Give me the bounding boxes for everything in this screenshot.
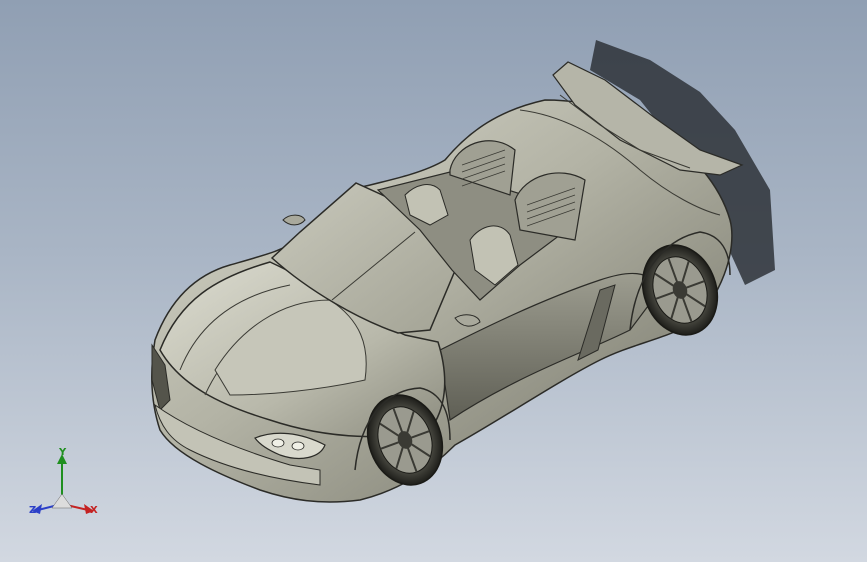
car-model[interactable] xyxy=(0,0,867,562)
triad-z-label: Z xyxy=(29,505,37,516)
graphics-viewport[interactable]: Y X Z xyxy=(0,0,867,562)
triad-center-icon xyxy=(51,493,73,509)
mirror-left xyxy=(282,214,306,226)
headlight-lens-1 xyxy=(271,438,285,448)
triad-x-label: X xyxy=(90,505,98,516)
headlight-lens-2 xyxy=(291,441,305,451)
view-orientation-triad[interactable]: Y X Z xyxy=(22,446,106,526)
triad-y-label: Y xyxy=(59,447,67,458)
